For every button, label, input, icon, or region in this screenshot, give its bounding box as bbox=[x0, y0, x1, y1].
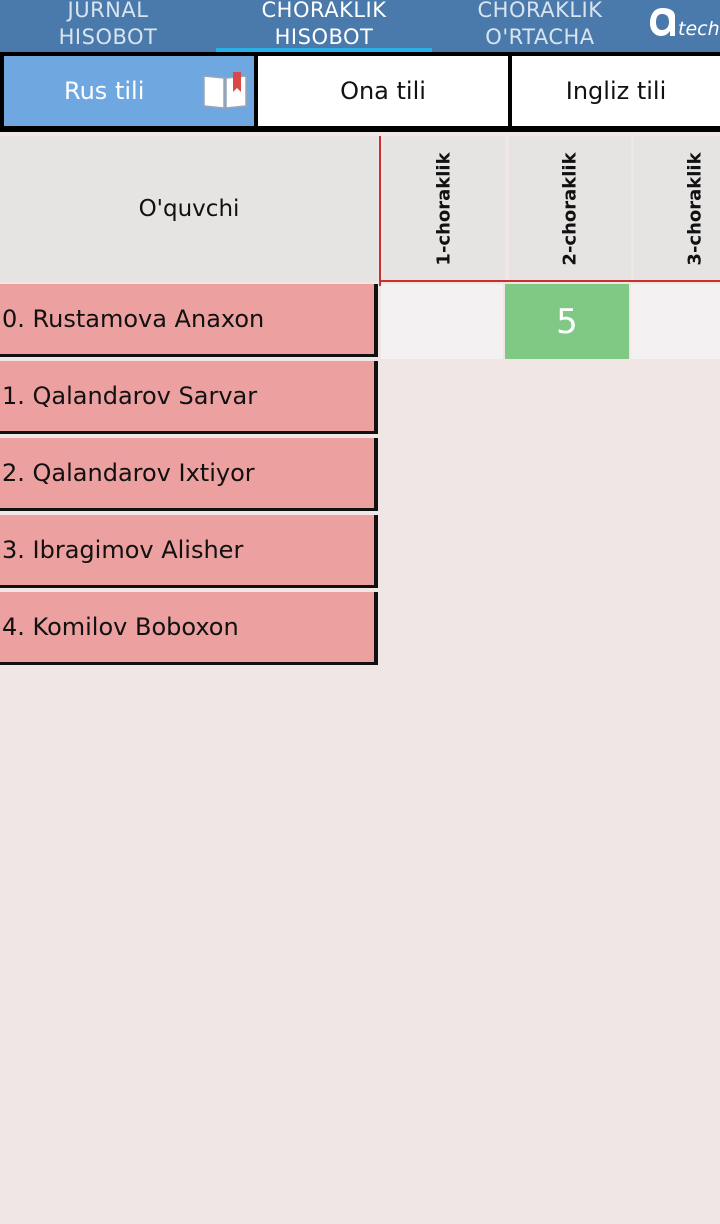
brand-logo: tech bbox=[648, 4, 720, 48]
column-header-3: 3-choraklik bbox=[634, 136, 720, 282]
subject-ingliz-tili[interactable]: Ingliz tili bbox=[512, 56, 720, 126]
student-name: 3. Ibragimov Alisher bbox=[2, 536, 244, 564]
tab-jurnal-hisobot[interactable]: JURNAL HISOBOT bbox=[0, 0, 216, 52]
tab-label-line1: CHORAKLIK bbox=[477, 0, 603, 22]
grade-cell[interactable] bbox=[381, 284, 503, 359]
header-divider bbox=[380, 280, 720, 282]
table-row[interactable]: 4. Komilov Boboxon bbox=[0, 592, 378, 665]
column-header-label: 2-choraklik bbox=[559, 152, 581, 266]
grade-cell[interactable]: 5 bbox=[505, 284, 629, 359]
tab-label-line2: HISOBOT bbox=[58, 25, 158, 49]
column-header-label: 3-choraklik bbox=[684, 152, 706, 266]
book-icon bbox=[203, 72, 247, 109]
column-header-label: 1-choraklik bbox=[433, 152, 455, 266]
logo-mark-icon bbox=[650, 8, 675, 36]
grade-cell[interactable] bbox=[631, 284, 720, 359]
subject-selector: Rus tili Ona tili Ingliz tili bbox=[0, 52, 720, 132]
student-name: 2. Qalandarov Ixtiyor bbox=[2, 459, 255, 487]
tab-label-line2: O'RTACHA bbox=[485, 25, 595, 49]
top-navigation: JURNAL HISOBOT CHORAKLIK HISOBOT CHORAKL… bbox=[0, 0, 720, 52]
tab-choraklik-hisobot[interactable]: CHORAKLIK HISOBOT bbox=[216, 0, 432, 52]
table-row[interactable]: 0. Rustamova Anaxon bbox=[0, 284, 378, 357]
table-row[interactable]: 1. Qalandarov Sarvar bbox=[0, 361, 378, 434]
column-header-2: 2-choraklik bbox=[509, 136, 631, 282]
column-header-1: 1-choraklik bbox=[383, 136, 505, 282]
subject-label: Ingliz tili bbox=[565, 77, 667, 105]
tab-label-line1: JURNAL bbox=[67, 0, 149, 22]
table-header: O'quvchi 1-choraklik 2-choraklik 3-chora… bbox=[0, 132, 720, 286]
tab-label-line1: CHORAKLIK bbox=[261, 0, 387, 22]
student-name: 4. Komilov Boboxon bbox=[2, 613, 239, 641]
student-name: 0. Rustamova Anaxon bbox=[2, 305, 265, 333]
student-name: 1. Qalandarov Sarvar bbox=[2, 382, 258, 410]
logo-text: tech bbox=[678, 18, 720, 40]
table-row[interactable]: 3. Ibragimov Alisher bbox=[0, 515, 378, 588]
grade-value: 5 bbox=[556, 301, 578, 342]
subject-label: Rus tili bbox=[64, 77, 145, 105]
student-column-header: O'quvchi bbox=[0, 136, 378, 282]
subject-ona-tili[interactable]: Ona tili bbox=[258, 56, 508, 126]
tab-label-line2: HISOBOT bbox=[274, 25, 374, 49]
subject-rus-tili[interactable]: Rus tili bbox=[4, 56, 254, 126]
student-header-label: O'quvchi bbox=[138, 196, 240, 222]
column-divider bbox=[379, 136, 381, 286]
subject-label: Ona tili bbox=[340, 77, 426, 105]
tab-choraklik-ortacha[interactable]: CHORAKLIK O'RTACHA bbox=[432, 0, 648, 52]
table-row[interactable]: 2. Qalandarov Ixtiyor bbox=[0, 438, 378, 511]
